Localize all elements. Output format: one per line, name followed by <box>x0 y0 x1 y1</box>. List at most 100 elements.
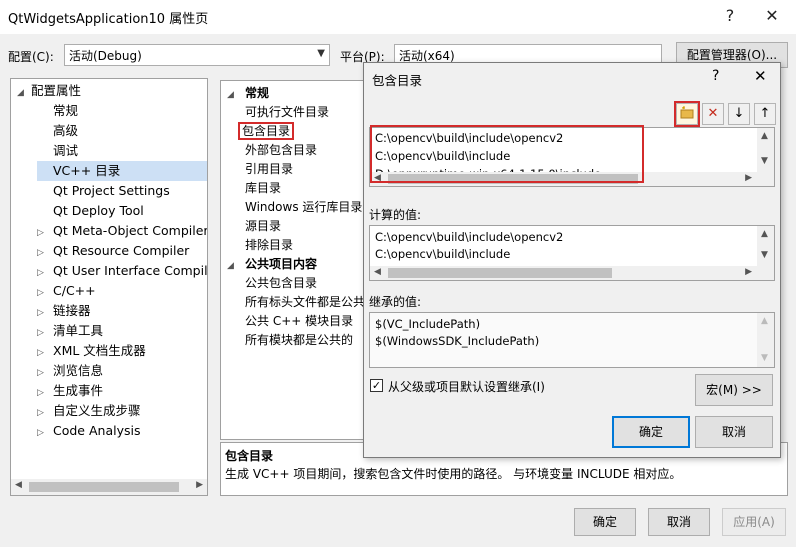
tree-item[interactable]: ▷ Qt Meta-Object Compiler <box>37 221 207 241</box>
edit-highlight <box>370 125 644 183</box>
tree-item[interactable]: 调试 <box>37 141 207 161</box>
tree-root-label: 配置属性 <box>30 83 81 98</box>
tree-item[interactable]: 常规 <box>37 101 207 121</box>
expand-triangle-icon[interactable]: ▷ <box>37 243 53 263</box>
tree-item[interactable]: ▷ XML 文档生成器 <box>37 341 207 361</box>
inherit-checkbox[interactable]: ✓ <box>370 379 383 392</box>
expand-triangle-icon[interactable]: ▷ <box>37 323 53 343</box>
dialog-help-icon[interactable]: ? <box>712 68 719 84</box>
expand-triangle-icon[interactable]: ▷ <box>37 223 53 243</box>
expand-triangle-icon[interactable]: ▷ <box>37 283 53 303</box>
tree-item-label: 调试 <box>53 143 79 158</box>
tree-item[interactable]: ▷ 链接器 <box>37 301 207 321</box>
tree-item[interactable]: ▷ 生成事件 <box>37 381 207 401</box>
scroll-right-icon[interactable]: ▶ <box>196 480 203 490</box>
cancel-button[interactable]: 取消 <box>648 508 710 536</box>
tree-item[interactable]: Qt Project Settings <box>37 181 207 201</box>
apply-button[interactable]: 应用(A) <box>722 508 786 536</box>
property-label: 库目录 <box>245 181 282 195</box>
tree-item[interactable]: ▷ 浏览信息 <box>37 361 207 381</box>
evaluated-vscrollbar[interactable]: ▲ ▼ <box>757 226 774 266</box>
dialog-cancel-button[interactable]: 取消 <box>695 416 773 448</box>
inherit-checkbox-label[interactable]: 从父级或项目默认设置继承(I) <box>388 378 545 395</box>
expand-triangle-icon[interactable]: ▷ <box>37 303 53 323</box>
platform-value: 活动(x64) <box>399 49 455 63</box>
property-row[interactable]: 源目录 <box>221 217 281 236</box>
property-row[interactable]: 所有标头文件都是公共 <box>221 293 365 312</box>
property-row[interactable]: 外部包含目录 <box>221 141 317 160</box>
dialog-close-icon[interactable]: ✕ <box>754 67 767 85</box>
property-label: Windows 运行库目录 <box>245 200 363 214</box>
expand-triangle-icon[interactable]: ▷ <box>37 343 53 363</box>
property-label: 引用目录 <box>245 162 294 176</box>
scroll-left-icon[interactable]: ◀ <box>15 480 22 490</box>
tree-scroll-thumb[interactable] <box>29 482 179 492</box>
tree-item[interactable]: VC++ 目录 <box>37 161 207 181</box>
toolbar-highlight <box>674 101 700 127</box>
ok-button[interactable]: 确定 <box>574 508 636 536</box>
property-row[interactable]: 所有模块都是公共的 <box>221 331 353 350</box>
property-row[interactable]: 公共 C++ 模块目录 <box>221 312 353 331</box>
tree-item[interactable]: ▷ C/C++ <box>37 281 207 301</box>
help-icon[interactable]: ? <box>716 4 744 28</box>
move-down-icon[interactable]: ↓ <box>728 103 750 125</box>
move-up-icon[interactable]: ↑ <box>754 103 776 125</box>
property-row[interactable]: 库目录 <box>221 179 281 198</box>
tree-item[interactable]: ▷ Code Analysis <box>37 421 207 441</box>
evaluated-box: C:\opencv\build\include\opencv2 C:\openc… <box>369 225 775 281</box>
expanded-triangle-icon: ◢ <box>17 88 24 98</box>
delete-icon[interactable]: ✕ <box>702 103 724 125</box>
property-grid: ◢ 常规 可执行文件目录 包含目录 外部包含目录引用目录库目录 Windows 运行库目录… <box>220 80 370 440</box>
tree-root[interactable]: ◢ 配置属性 <box>17 81 81 101</box>
scroll-up-icon[interactable]: ▲ <box>761 131 768 141</box>
property-label: 包含目录 <box>237 122 295 140</box>
evaluated-hscrollbar[interactable]: ◀ ▶ <box>370 266 774 280</box>
property-group[interactable]: ◢ 常规 <box>221 84 269 103</box>
tree-item[interactable]: ▷ 清单工具 <box>37 321 207 341</box>
evaluated-label: 计算的值: <box>369 208 422 222</box>
expand-triangle-icon[interactable]: ▷ <box>37 403 53 423</box>
tree-item[interactable]: Qt Deploy Tool <box>37 201 207 221</box>
scroll-up-icon[interactable]: ▲ <box>761 316 768 326</box>
tree-item[interactable]: ▷ Qt Resource Compiler <box>37 241 207 261</box>
tree-item[interactable]: 高级 <box>37 121 207 141</box>
expand-triangle-icon[interactable]: ▷ <box>37 383 53 403</box>
property-row[interactable]: 排除目录 <box>221 236 293 255</box>
inherited-vscrollbar[interactable]: ▲ ▼ <box>757 313 774 367</box>
expand-triangle-icon[interactable]: ▷ <box>37 363 53 383</box>
include-dirs-dialog: 包含目录 ? ✕ ✕ ↓ ↑ C:\opencv\build\include\o… <box>363 62 781 458</box>
close-icon[interactable]: ✕ <box>758 4 786 28</box>
dialog-ok-button[interactable]: 确定 <box>612 416 690 448</box>
scroll-left-icon[interactable]: ◀ <box>374 267 381 277</box>
tree-item-label: Qt Resource Compiler <box>53 243 190 258</box>
tree-item[interactable]: ▷ 自定义生成步骤 <box>37 401 207 421</box>
scroll-up-icon[interactable]: ▲ <box>761 229 768 239</box>
property-group[interactable]: ◢ 公共项目内容 <box>221 255 317 274</box>
expand-triangle-icon[interactable]: ▷ <box>37 423 53 443</box>
tree-item-label: 浏览信息 <box>53 363 104 378</box>
chevron-down-icon: ▼ <box>317 48 325 59</box>
dialog-title: 包含目录 <box>372 73 423 88</box>
scroll-right-icon[interactable]: ▶ <box>745 173 752 183</box>
scroll-down-icon[interactable]: ▼ <box>761 156 768 166</box>
property-row[interactable]: 引用目录 <box>221 160 293 179</box>
macro-button[interactable]: 宏(M) >> <box>695 374 773 406</box>
inherited-box: $(VC_IncludePath) $(WindowsSDK_IncludePa… <box>369 312 775 368</box>
inherited-label: 继承的值: <box>369 295 422 309</box>
scroll-down-icon[interactable]: ▼ <box>761 353 768 363</box>
property-row[interactable]: 公共包含目录 <box>221 274 317 293</box>
inherited-line: $(VC_IncludePath) <box>375 317 481 331</box>
tree-hscrollbar[interactable]: ◀ ▶ <box>11 479 207 495</box>
property-row[interactable]: Windows 运行库目录 <box>221 198 362 217</box>
scroll-right-icon[interactable]: ▶ <box>745 267 752 277</box>
edit-vscrollbar[interactable]: ▲ ▼ <box>757 128 774 172</box>
tree-item[interactable]: ▷ Qt User Interface Compile <box>37 261 207 281</box>
expand-triangle-icon[interactable]: ▷ <box>37 263 53 283</box>
property-row[interactable]: 包含目录 <box>221 122 295 141</box>
config-select[interactable]: 活动(Debug) ▼ <box>64 44 330 66</box>
scroll-down-icon[interactable]: ▼ <box>761 250 768 260</box>
config-label: 配置(C): <box>8 50 54 64</box>
property-row[interactable]: 可执行文件目录 <box>221 103 329 122</box>
evaluated-scroll-thumb[interactable] <box>388 268 612 278</box>
tree-item-label: Qt Deploy Tool <box>53 203 144 218</box>
